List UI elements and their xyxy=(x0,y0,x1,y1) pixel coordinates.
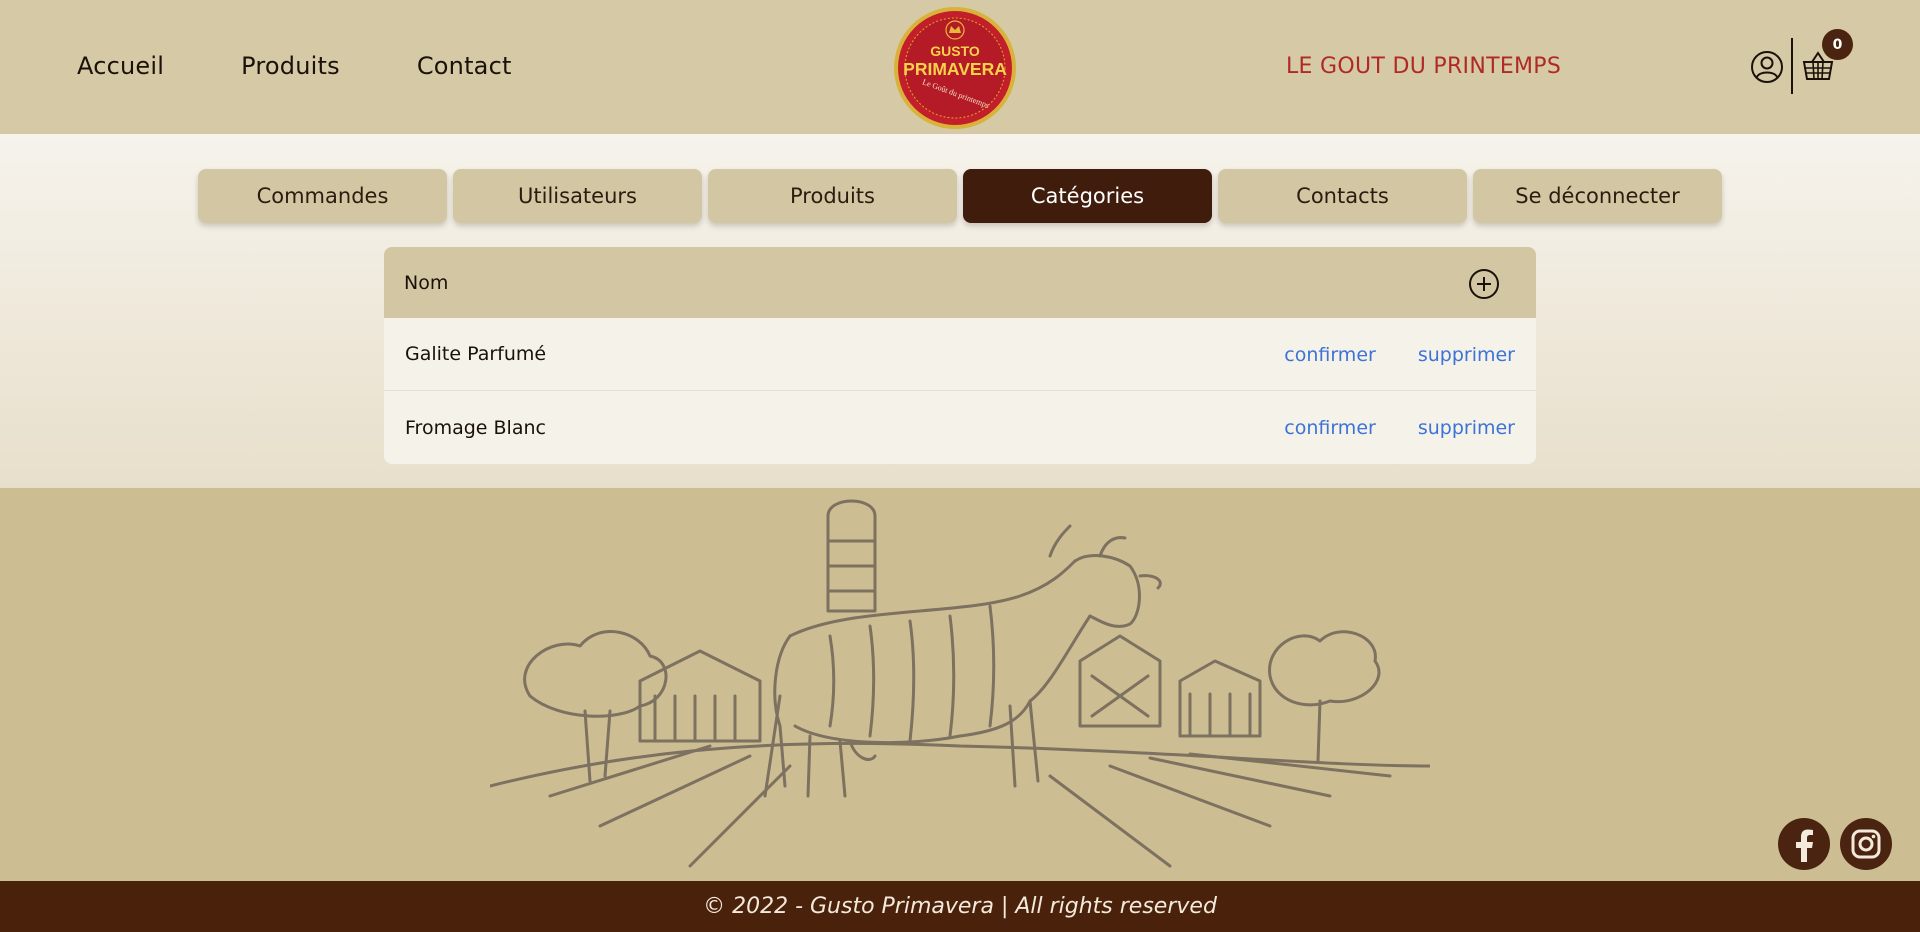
table-header: Nom xyxy=(384,247,1536,318)
logo-main-text: PRIMAVERA xyxy=(903,59,1007,79)
farm-cow-illustration xyxy=(490,499,1430,868)
site-header: Accueil Produits Contact GUSTO PRIMAVERA… xyxy=(0,0,1920,134)
confirm-link[interactable]: confirmer xyxy=(1284,344,1376,366)
table-row: Fromage Blanc confirmer supprimer xyxy=(384,391,1536,464)
user-circle-icon[interactable] xyxy=(1750,50,1784,84)
category-name: Fromage Blanc xyxy=(405,416,546,439)
nav-accueil[interactable]: Accueil xyxy=(77,52,164,80)
row-actions: confirmer supprimer xyxy=(1284,318,1515,391)
tab-commandes[interactable]: Commandes xyxy=(198,169,447,223)
admin-tabs: Commandes Utilisateurs Produits Catégori… xyxy=(198,169,1722,223)
instagram-link[interactable] xyxy=(1840,818,1892,870)
instagram-icon xyxy=(1851,829,1881,859)
column-header-nom: Nom xyxy=(404,271,449,294)
header-divider xyxy=(1791,38,1793,94)
main-nav: Accueil Produits Contact xyxy=(77,52,589,80)
tagline: LE GOUT DU PRINTEMPS xyxy=(1286,54,1562,79)
plus-circle-icon[interactable] xyxy=(1468,268,1500,300)
facebook-icon xyxy=(1796,829,1813,862)
brand-logo[interactable]: GUSTO PRIMAVERA Le Goût du printemps xyxy=(893,6,1017,130)
delete-link[interactable]: supprimer xyxy=(1418,344,1515,366)
facebook-link[interactable] xyxy=(1778,818,1830,870)
confirm-link[interactable]: confirmer xyxy=(1284,417,1376,439)
cart-count-badge: 0 xyxy=(1822,29,1853,60)
copyright-bar: © 2022 - Gusto Primavera | All rights re… xyxy=(0,881,1920,932)
delete-link[interactable]: supprimer xyxy=(1418,417,1515,439)
tab-produits[interactable]: Produits xyxy=(708,169,957,223)
tab-logout[interactable]: Se déconnecter xyxy=(1473,169,1722,223)
tab-contacts[interactable]: Contacts xyxy=(1218,169,1467,223)
tab-utilisateurs[interactable]: Utilisateurs xyxy=(453,169,702,223)
footer-illustration-area xyxy=(0,488,1920,881)
categories-table: Nom Galite Parfumé confirmer supprimer F… xyxy=(384,247,1536,464)
logo-top-text: GUSTO xyxy=(930,43,980,59)
nav-produits[interactable]: Produits xyxy=(241,52,340,80)
table-row: Galite Parfumé confirmer supprimer xyxy=(384,318,1536,391)
row-actions: confirmer supprimer xyxy=(1284,391,1515,464)
category-name: Galite Parfumé xyxy=(405,343,547,365)
nav-contact[interactable]: Contact xyxy=(417,52,512,80)
admin-panel: Commandes Utilisateurs Produits Catégori… xyxy=(0,134,1920,488)
tab-categories[interactable]: Catégories xyxy=(963,169,1212,223)
